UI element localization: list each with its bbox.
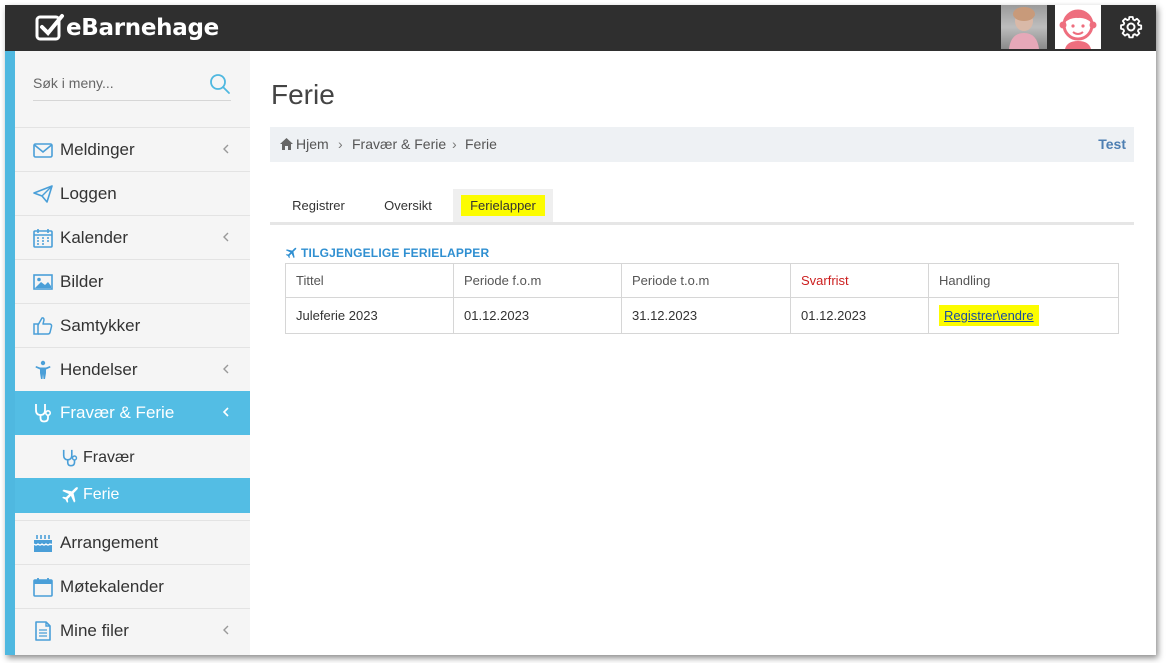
home-icon: [280, 138, 293, 150]
table-row: Juleferie 2023 01.12.2023 31.12.2023 01.…: [285, 297, 1119, 334]
sidebar-item-fravaer-ferie[interactable]: Fravær & Ferie: [15, 391, 250, 435]
column-header-tom: Periode t.o.m: [621, 263, 791, 298]
sidebar-item-label: Arrangement: [60, 533, 159, 552]
chevron-left-icon: [223, 364, 229, 374]
sidebar-item-samtykker[interactable]: Samtykker: [15, 303, 250, 347]
sidebar-item-label: Samtykker: [60, 316, 141, 335]
menu-search: [33, 67, 231, 101]
sidebar-item-loggen[interactable]: Loggen: [15, 171, 250, 215]
breadcrumb-ferie: Ferie: [465, 136, 497, 152]
cell-svarfrist: 01.12.2023: [790, 297, 929, 334]
column-header-fom: Periode f.o.m: [453, 263, 622, 298]
sidebar-item-label: Loggen: [60, 184, 117, 203]
sidebar-item-motekalender[interactable]: Møtekalender: [15, 564, 250, 608]
sidebar-item-label: Bilder: [60, 272, 104, 291]
child-photo-icon: [1009, 7, 1039, 49]
cell-tom: 31.12.2023: [621, 297, 791, 334]
sidebar: Meldinger Loggen Kalender: [5, 51, 250, 655]
cell-fom: 01.12.2023: [453, 297, 622, 334]
chevron-left-icon: [223, 232, 229, 242]
envelope-icon: [33, 143, 53, 158]
chevron-left-icon: [223, 144, 229, 154]
sidebar-subitem-label: Ferie: [83, 486, 120, 503]
file-icon: [35, 621, 51, 641]
breadcrumb-home[interactable]: Hjem: [296, 136, 329, 152]
stethoscope-icon: [35, 404, 52, 423]
sidebar-subitem-fravaer[interactable]: Fravær: [15, 441, 250, 476]
stethoscope-icon: [62, 449, 78, 467]
sidebar-item-meldinger[interactable]: Meldinger: [15, 127, 250, 171]
section-title: TILGJENGELIGE FERIELAPPER: [301, 246, 490, 260]
menu-search-input[interactable]: [33, 71, 203, 95]
sidebar-subitem-ferie[interactable]: Ferie: [15, 478, 250, 513]
app-window: eBarnehage Søk i meny... Meldinger Logge…: [5, 5, 1156, 655]
tab-bar: Registrer Oversikt Ferielapper: [270, 189, 1134, 225]
registrer-endre-link[interactable]: Registrer\endre: [939, 305, 1039, 326]
tab-registrer[interactable]: Registrer: [270, 189, 367, 222]
child-avatar[interactable]: [1001, 5, 1047, 49]
breadcrumb-fravaer-ferie[interactable]: Fravær & Ferie: [352, 136, 446, 152]
main-content: Ferie Hjem › Fravær & Ferie › Ferie Test…: [250, 51, 1156, 655]
app-logo-text: eBarnehage: [66, 15, 219, 41]
sidebar-item-label: Fravær & Ferie: [60, 403, 175, 422]
sidebar-item-label: Meldinger: [60, 140, 135, 159]
sidebar-subitem-label: Fravær: [83, 449, 135, 466]
breadcrumb-separator: ›: [452, 136, 457, 152]
sidebar-item-arrangement[interactable]: Arrangement: [15, 520, 250, 564]
image-icon: [33, 274, 53, 290]
plane-icon: [285, 247, 297, 259]
tab-label: Registrer: [292, 198, 345, 213]
sidebar-item-hendelser[interactable]: Hendelser: [15, 347, 250, 391]
sidebar-item-bilder[interactable]: Bilder: [15, 259, 250, 303]
app-logo[interactable]: eBarnehage: [35, 10, 219, 46]
page-title: Ferie: [271, 79, 335, 110]
cell-handling: Registrer\endre: [928, 297, 1119, 334]
sidebar-item-label: Kalender: [60, 228, 129, 247]
column-header-handling: Handling: [928, 263, 1119, 298]
thumbs-up-icon: [33, 317, 53, 335]
breadcrumb-separator: ›: [338, 136, 343, 152]
sidebar-accent-strip: [5, 51, 15, 655]
column-header-tittel: Tittel: [285, 263, 454, 298]
sidebar-item-label: Hendelser: [60, 360, 138, 379]
tab-ferielapper[interactable]: Ferielapper: [453, 189, 553, 222]
paper-plane-icon: [33, 185, 53, 203]
child-icon: [35, 360, 51, 379]
tab-label: Ferielapper: [461, 195, 545, 216]
sidebar-item-mine-filer[interactable]: Mine filer: [15, 608, 250, 652]
search-icon[interactable]: [209, 73, 231, 95]
plane-icon: [62, 487, 78, 503]
calendar-icon: [33, 229, 53, 248]
tab-label: Oversikt: [384, 198, 432, 213]
ferielapper-table: Tittel Periode f.o.m Periode t.o.m Svarf…: [285, 263, 1119, 334]
sidebar-item-kalender[interactable]: Kalender: [15, 215, 250, 259]
breadcrumb-user-label[interactable]: Test: [1098, 136, 1126, 152]
tab-oversikt[interactable]: Oversikt: [367, 189, 449, 222]
gear-icon[interactable]: [1119, 15, 1143, 39]
top-bar: eBarnehage: [5, 5, 1156, 51]
sidebar-item-label: Mine filer: [60, 621, 129, 640]
calendar-blank-icon: [33, 578, 53, 597]
table-header-row: Tittel Periode f.o.m Periode t.o.m Svarf…: [285, 263, 1119, 298]
breadcrumb: Hjem › Fravær & Ferie › Ferie Test: [270, 127, 1134, 162]
column-header-svarfrist: Svarfrist: [790, 263, 929, 298]
chevron-left-icon: [223, 625, 229, 635]
girl-avatar-icon: [1059, 9, 1097, 49]
sidebar-item-label: Møtekalender: [60, 577, 164, 596]
chevron-left-icon: [222, 407, 229, 417]
birthday-cake-icon: [33, 535, 53, 552]
user-avatar[interactable]: [1055, 5, 1101, 49]
cell-tittel: Juleferie 2023: [285, 297, 454, 334]
checkbox-logo-icon: [35, 14, 64, 41]
